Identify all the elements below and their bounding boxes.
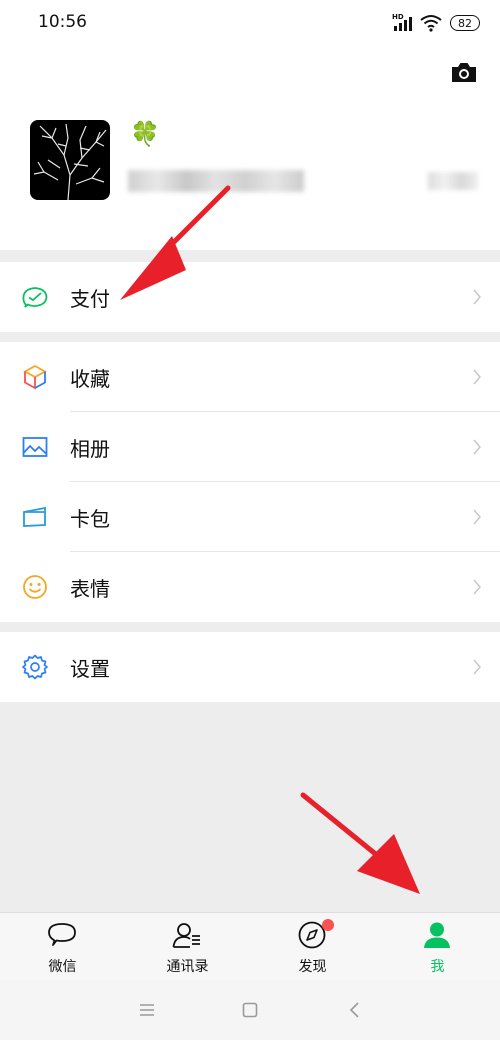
status-bar: 10:56 HD 82 <box>0 0 500 46</box>
tab-discover[interactable]: 发现 <box>250 913 375 981</box>
pay-group: 支付 <box>0 262 500 332</box>
card-wallet-icon <box>23 506 46 527</box>
menu-label-settings: 设置 <box>70 657 110 681</box>
menu-label-stickers: 表情 <box>70 577 110 601</box>
menu-label-album: 相册 <box>70 437 110 461</box>
menu-item-cards[interactable]: 卡包 <box>0 482 500 552</box>
menu-item-stickers[interactable]: 表情 <box>0 552 500 622</box>
home-icon[interactable] <box>240 1000 260 1020</box>
chat-bubble-icon <box>48 923 76 946</box>
blurred-wechat-id <box>128 170 304 192</box>
chevron-right-icon <box>473 509 481 525</box>
tab-contacts[interactable]: 通讯录 <box>125 913 250 981</box>
signal-icon: HD <box>392 13 412 32</box>
menu-label-favorites: 收藏 <box>70 367 110 391</box>
gear-icon <box>22 654 48 680</box>
menu-item-album[interactable]: 相册 <box>0 412 500 482</box>
back-icon[interactable] <box>345 1000 365 1020</box>
tab-label: 发现 <box>298 959 327 975</box>
menu-item-pay[interactable]: 支付 <box>0 262 500 332</box>
tab-label: 通讯录 <box>166 959 209 975</box>
hd-label: HD <box>392 13 404 21</box>
nickname: 🍀 <box>130 120 160 148</box>
chevron-right-icon <box>473 289 481 305</box>
tab-label: 我 <box>430 959 445 975</box>
tab-me[interactable]: 我 <box>375 913 500 981</box>
avatar[interactable] <box>30 120 110 200</box>
chevron-right-icon <box>473 579 481 595</box>
wifi-icon <box>420 15 442 32</box>
chevron-right-icon <box>473 369 481 385</box>
camera-icon[interactable] <box>450 60 478 84</box>
menu-item-settings[interactable]: 设置 <box>0 632 500 702</box>
status-indicators: HD 82 <box>392 12 480 34</box>
tree-branches-image <box>33 123 107 200</box>
pay-icon <box>22 287 48 308</box>
contacts-icon <box>172 923 200 948</box>
menu-label-pay: 支付 <box>70 287 110 311</box>
bottom-tab-bar: 微信 通讯录 发现 我 <box>0 912 500 980</box>
tab-chats[interactable]: 微信 <box>0 913 125 981</box>
favorites-cube-icon <box>23 364 47 390</box>
settings-group: 设置 <box>0 632 500 702</box>
services-group: 收藏 相册 卡包 表情 <box>0 342 500 622</box>
menu-label-cards: 卡包 <box>70 507 110 531</box>
system-nav-bar <box>0 980 500 1040</box>
arrow-to-me-tab <box>300 792 420 894</box>
status-time: 10:56 <box>38 12 87 32</box>
tab-label: 微信 <box>48 959 77 975</box>
album-image-icon <box>22 437 48 457</box>
smiley-face-icon <box>23 575 47 599</box>
menu-icon[interactable] <box>137 1000 157 1020</box>
chevron-right-icon <box>473 439 481 455</box>
battery-indicator: 82 <box>450 15 480 31</box>
chevron-right-icon <box>473 659 481 675</box>
notification-badge <box>322 919 334 931</box>
menu-item-favorites[interactable]: 收藏 <box>0 342 500 412</box>
profile-header[interactable]: 🍀 <box>0 46 500 250</box>
person-icon <box>424 922 450 948</box>
blurred-qr-code[interactable] <box>428 172 478 190</box>
